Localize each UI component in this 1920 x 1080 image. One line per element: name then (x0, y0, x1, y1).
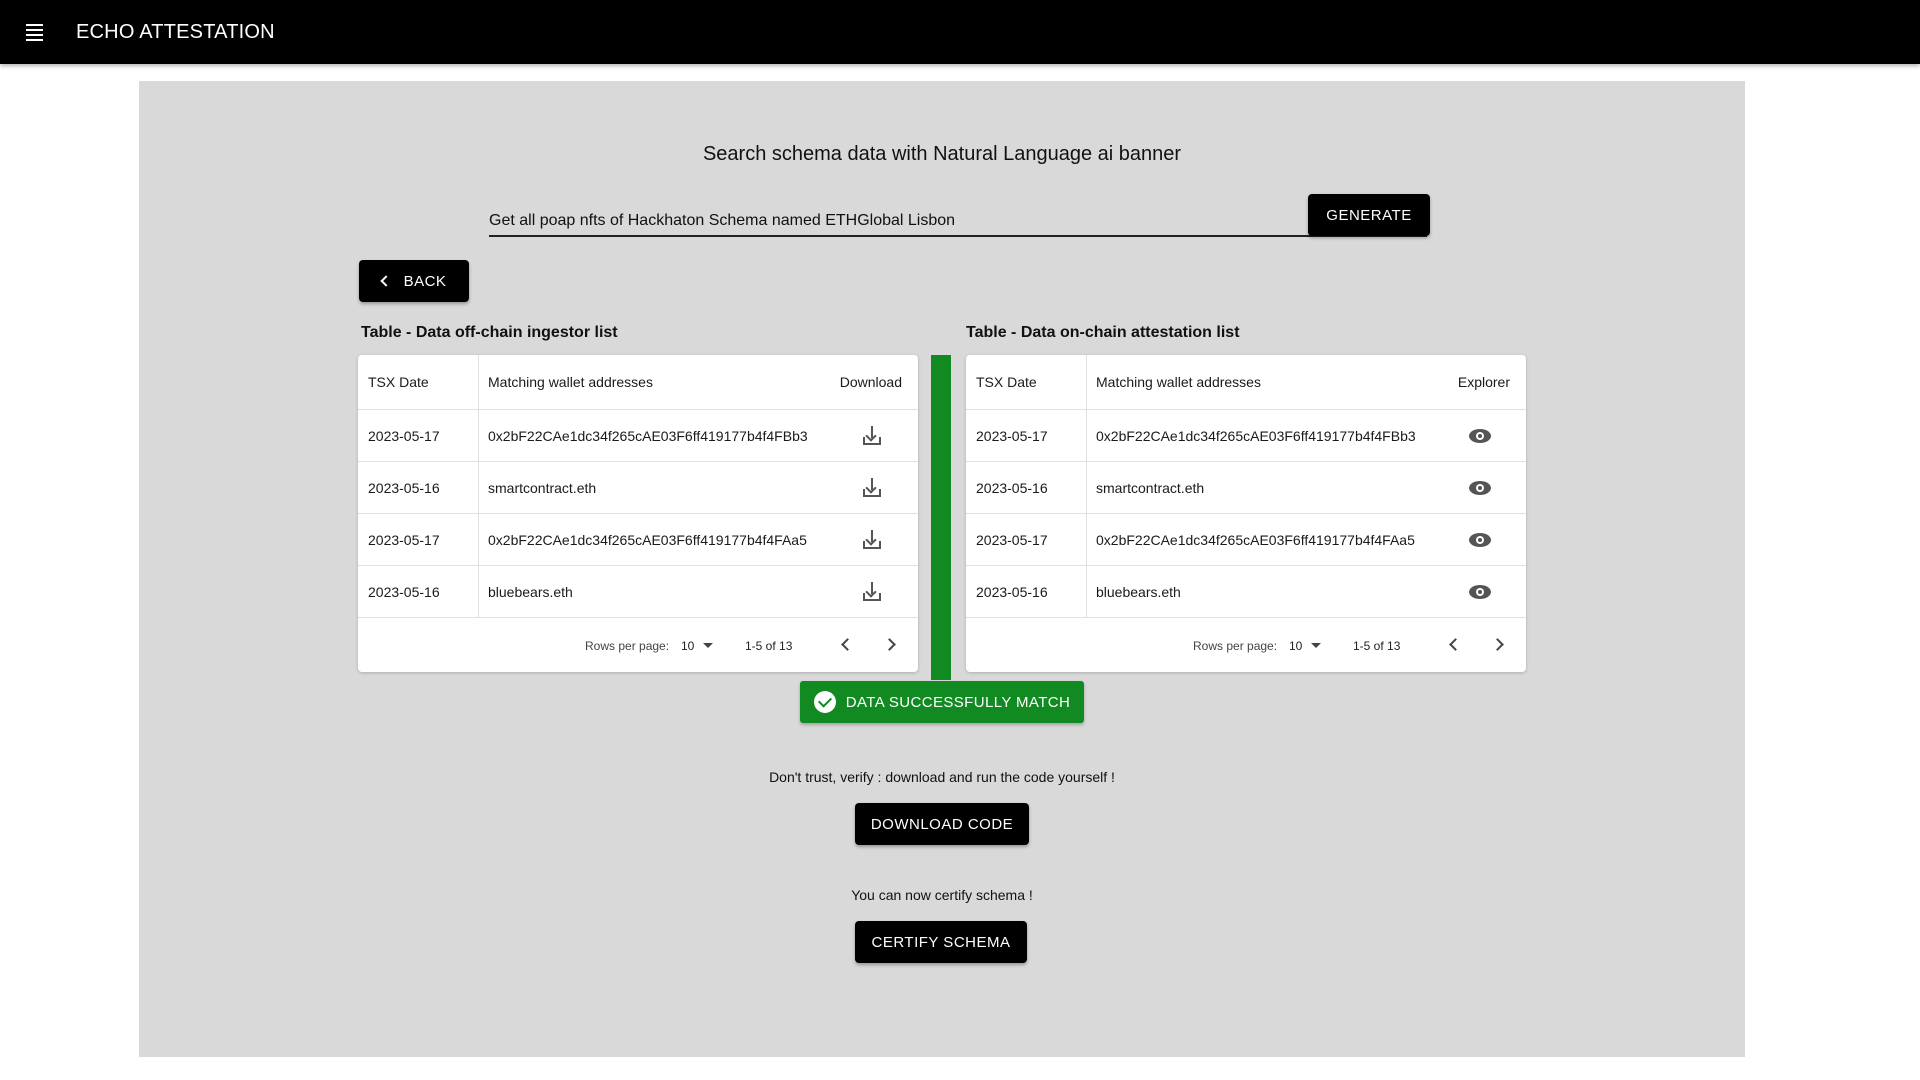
table-row: 2023-05-16 bluebears.eth (966, 566, 1526, 618)
row-address: smartcontract.eth (488, 479, 597, 496)
table-row: 2023-05-17 0x2bF22CAe1dc34f265cAE03F6ff4… (358, 514, 918, 566)
certify-note: You can now certify schema ! (851, 887, 1033, 903)
download-code-button[interactable]: DOWNLOAD CODE (855, 803, 1029, 845)
table-row: 2023-05-17 0x2bF22CAe1dc34f265cAE03F6ff4… (966, 514, 1526, 566)
back-button-label: BACK (403, 272, 447, 290)
table-row: 2023-05-16 smartcontract.eth (966, 462, 1526, 514)
verify-note: Don't trust, verify : download and run t… (769, 769, 1115, 785)
chevron-left-icon[interactable] (841, 638, 854, 651)
col-header-date: TSX Date (368, 374, 429, 390)
match-connector-bar (931, 355, 951, 680)
download-icon[interactable] (861, 425, 883, 446)
table-pagination: Rows per page: 10 1-5 of 13 (358, 620, 918, 672)
rows-per-page-select[interactable]: 10 (1289, 639, 1302, 653)
chevron-right-icon[interactable] (1491, 638, 1504, 651)
row-date: 2023-05-17 (368, 531, 440, 548)
eye-icon[interactable] (1469, 584, 1491, 599)
chevron-right-icon[interactable] (883, 638, 896, 651)
eye-icon[interactable] (1469, 480, 1491, 495)
app-title: ECHO ATTESTATION (76, 20, 275, 43)
search-headline: Search schema data with Natural Language… (702, 143, 1182, 165)
off-chain-table: TSX Date Matching wallet addresses Downl… (358, 355, 918, 672)
table-header-row: TSX Date Matching wallet addresses Downl… (358, 355, 918, 410)
col-header-address: Matching wallet addresses (1096, 374, 1261, 390)
caret-down-icon[interactable] (1311, 643, 1321, 648)
generate-button[interactable]: GENERATE (1308, 194, 1430, 236)
eye-icon[interactable] (1469, 428, 1491, 443)
col-header-date: TSX Date (976, 374, 1037, 390)
row-date: 2023-05-16 (976, 583, 1048, 600)
pagination-range: 1-5 of 13 (745, 639, 793, 653)
search-input[interactable] (489, 199, 1427, 235)
certify-schema-button[interactable]: CERTIFY SCHEMA (855, 921, 1027, 963)
col-header-address: Matching wallet addresses (488, 374, 653, 390)
row-date: 2023-05-16 (368, 583, 440, 600)
table-row: 2023-05-16 smartcontract.eth (358, 462, 918, 514)
col-header-download: Download (839, 374, 902, 390)
main-panel: Search schema data with Natural Language… (139, 81, 1745, 1057)
eye-icon[interactable] (1469, 532, 1491, 547)
off-chain-table-title: Table - Data off-chain ingestor list (361, 324, 618, 341)
row-address: bluebears.eth (1096, 583, 1181, 600)
menu-icon[interactable] (26, 20, 50, 44)
check-circle-icon (813, 691, 836, 713)
row-date: 2023-05-17 (976, 531, 1048, 548)
row-date: 2023-05-17 (976, 427, 1048, 444)
caret-down-icon[interactable] (703, 643, 713, 648)
search-field[interactable] (489, 199, 1427, 237)
col-header-explorer: Explorer (1457, 374, 1510, 390)
table-header-row: TSX Date Matching wallet addresses Explo… (966, 355, 1526, 410)
chevron-left-icon (379, 275, 392, 287)
on-chain-table-title: Table - Data on-chain attestation list (966, 324, 1240, 341)
row-date: 2023-05-16 (976, 479, 1048, 496)
row-date: 2023-05-16 (368, 479, 440, 496)
rows-per-page-label: Rows per page: (1193, 639, 1278, 653)
table-row: 2023-05-17 0x2bF22CAe1dc34f265cAE03F6ff4… (966, 410, 1526, 462)
download-icon[interactable] (861, 529, 883, 550)
chevron-left-icon[interactable] (1449, 638, 1462, 651)
download-icon[interactable] (861, 581, 883, 602)
match-status-text: DATA SUCCESSFULLY MATCH (845, 693, 1071, 711)
table-row: 2023-05-17 0x2bF22CAe1dc34f265cAE03F6ff4… (358, 410, 918, 462)
on-chain-table: TSX Date Matching wallet addresses Explo… (966, 355, 1526, 672)
row-date: 2023-05-17 (368, 427, 440, 444)
row-address: 0x2bF22CAe1dc34f265cAE03F6ff419177b4f4FB… (1096, 427, 1416, 444)
rows-per-page-label: Rows per page: (585, 639, 670, 653)
download-icon[interactable] (861, 477, 883, 498)
row-address: 0x2bF22CAe1dc34f265cAE03F6ff419177b4f4FA… (1096, 531, 1415, 548)
row-address: bluebears.eth (488, 583, 573, 600)
rows-per-page-select[interactable]: 10 (681, 639, 694, 653)
app-bar: ECHO ATTESTATION (0, 0, 1920, 64)
pagination-range: 1-5 of 13 (1353, 639, 1401, 653)
row-address: 0x2bF22CAe1dc34f265cAE03F6ff419177b4f4FB… (488, 427, 808, 444)
table-pagination: Rows per page: 10 1-5 of 13 (966, 620, 1526, 672)
row-address: 0x2bF22CAe1dc34f265cAE03F6ff419177b4f4FA… (488, 531, 807, 548)
row-address: smartcontract.eth (1096, 479, 1205, 496)
table-row: 2023-05-16 bluebears.eth (358, 566, 918, 618)
back-button[interactable]: BACK (359, 260, 469, 302)
match-status-badge: DATA SUCCESSFULLY MATCH (800, 681, 1084, 723)
